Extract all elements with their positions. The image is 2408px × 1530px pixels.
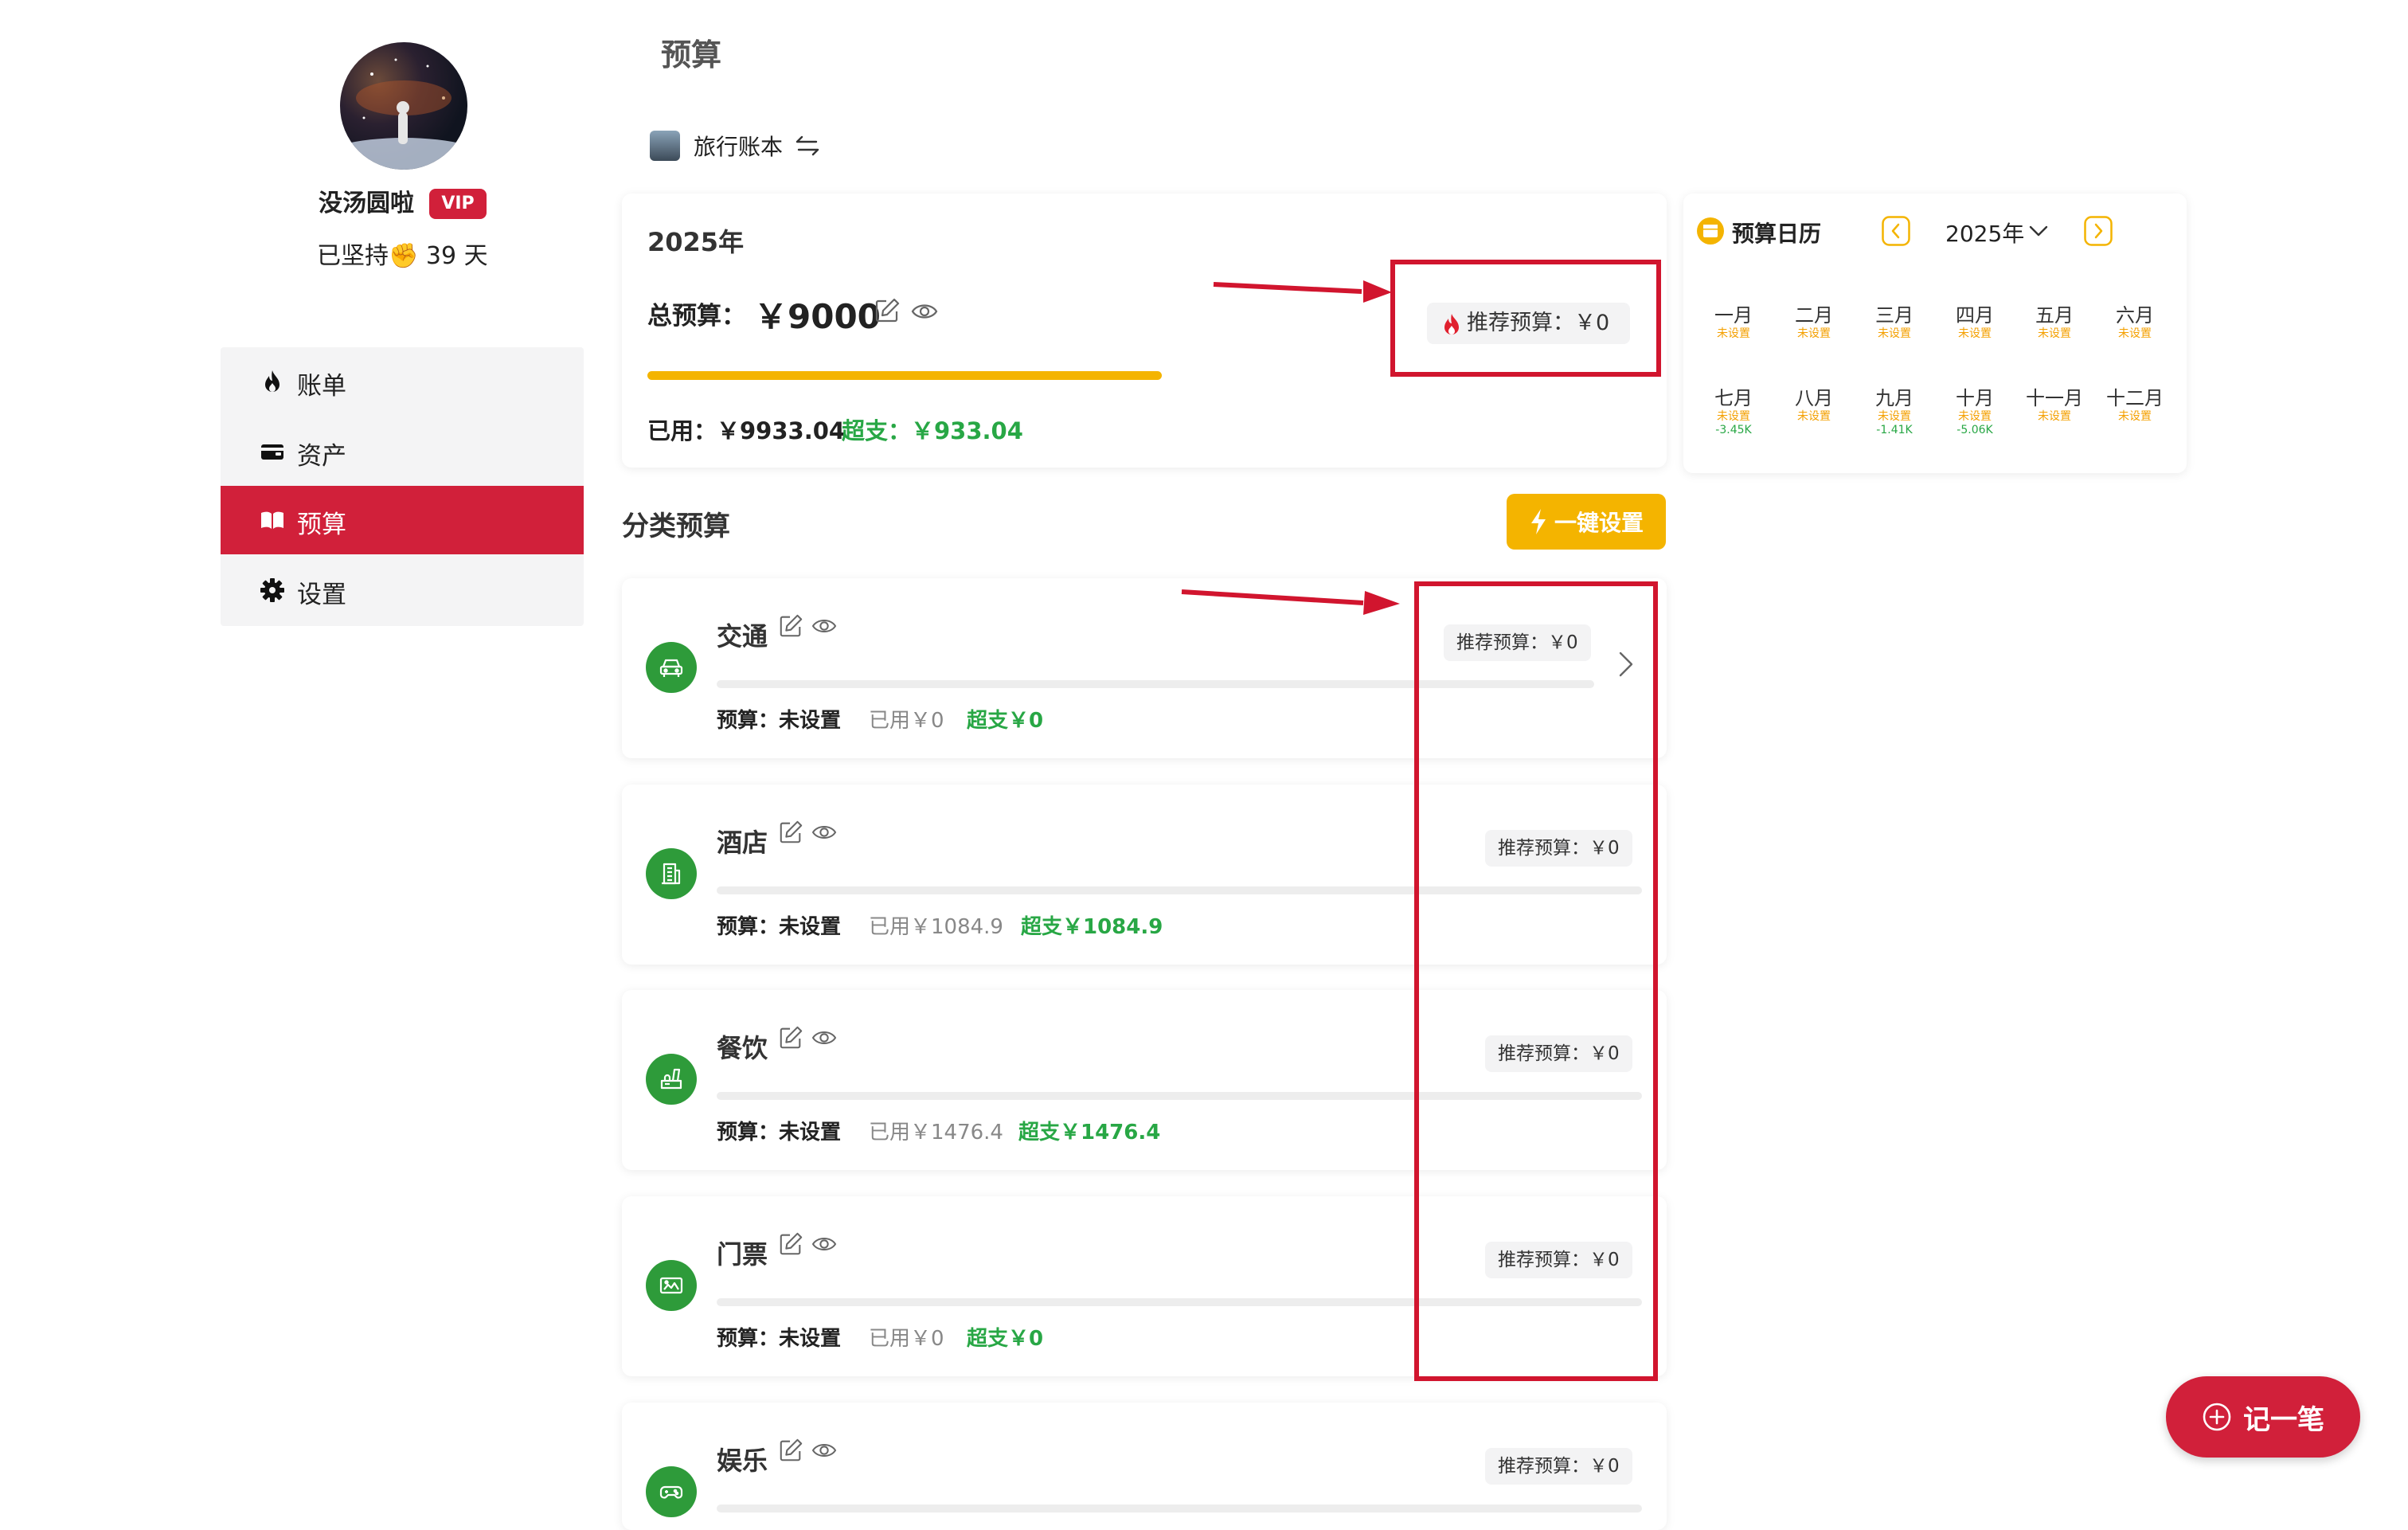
edit-icon[interactable] — [778, 1025, 803, 1051]
calendar-month[interactable]: 六月 未设置 — [2095, 303, 2175, 341]
annotation-arrow — [1181, 589, 1400, 615]
total-budget-label: 总预算： — [647, 302, 746, 331]
category-budget: 预算：未设置 — [717, 709, 842, 733]
gamepad-icon — [646, 1466, 697, 1517]
calendar-month[interactable]: 八月 未设置 — [1774, 386, 1854, 424]
sidebar-item-label: 设置 — [297, 581, 346, 609]
plus-circle-icon — [2202, 1402, 2232, 1432]
sidebar-item-bills[interactable]: 账单 — [221, 347, 584, 416]
total-used: 已用：￥9933.04 — [647, 417, 846, 444]
category-progress — [717, 1505, 1642, 1512]
calendar-month[interactable]: 五月 未设置 — [2015, 303, 2094, 341]
category-over: 超支￥1476.4 — [1018, 1121, 1161, 1145]
category-over: 超支￥1084.9 — [1021, 915, 1163, 939]
wallet-icon — [260, 439, 285, 464]
category-used: 已用￥0 — [869, 1327, 944, 1351]
building-icon — [646, 848, 697, 899]
category-budget: 预算：未设置 — [717, 915, 842, 939]
add-record-label: 记一笔 — [2243, 1403, 2324, 1436]
chevron-down-icon[interactable] — [2028, 223, 2049, 239]
category-budget: 预算：未设置 — [717, 1121, 842, 1145]
streak-text: 已坚持✊ 39 天 — [317, 242, 488, 270]
total-over: 超支：￥933.04 — [842, 417, 1023, 444]
calendar-month[interactable]: 九月 未设置 -1.41K — [1855, 386, 1934, 437]
edit-icon[interactable] — [874, 297, 901, 324]
gear-icon — [260, 577, 285, 603]
total-budget-progress — [647, 371, 1162, 380]
calendar-month[interactable]: 七月 未设置 -3.45K — [1694, 386, 1773, 437]
swap-icon[interactable] — [794, 132, 821, 159]
calendar-month[interactable]: 十一月 未设置 — [2015, 386, 2094, 424]
book-thumbnail[interactable] — [650, 131, 680, 161]
total-budget-value: ￥9000 — [754, 297, 881, 336]
lightning-icon — [1529, 508, 1548, 535]
calendar-month[interactable]: 十二月 未设置 — [2095, 386, 2175, 424]
sidebar-item-settings[interactable]: 设置 — [221, 556, 584, 624]
chevron-left-icon[interactable] — [1882, 216, 1910, 246]
category-name: 娱乐 — [717, 1446, 768, 1476]
annotation-box — [1390, 260, 1661, 377]
calendar-month[interactable]: 二月 未设置 — [1774, 303, 1854, 341]
category-over: 超支￥0 — [967, 709, 1044, 733]
quick-set-label: 一键设置 — [1554, 510, 1644, 536]
calendar-year-select[interactable]: 2025年 — [1945, 217, 2024, 248]
category-used: 已用￥0 — [869, 709, 944, 733]
category-used: 已用￥1476.4 — [869, 1121, 1003, 1145]
annotation-arrow — [1213, 280, 1392, 303]
calendar-month[interactable]: 三月 未设置 — [1855, 303, 1934, 341]
add-record-button[interactable]: 记一笔 — [2166, 1376, 2360, 1458]
sidebar-item-budget[interactable]: 预算 — [221, 486, 584, 554]
category-name: 餐饮 — [717, 1033, 768, 1063]
annotation-box — [1414, 581, 1658, 1381]
page-title: 预算 — [661, 37, 722, 72]
calendar-title: 预算日历 — [1732, 221, 1822, 247]
calendar-month[interactable]: 十月 未设置 -5.06K — [1935, 386, 2015, 437]
calendar-month[interactable]: 四月 未设置 — [1935, 303, 2015, 341]
calendar-month[interactable]: 一月 未设置 — [1694, 303, 1773, 341]
sidebar-item-label: 资产 — [297, 442, 346, 471]
eye-icon[interactable] — [811, 1027, 837, 1049]
avatar[interactable] — [340, 42, 467, 170]
eye-icon[interactable] — [811, 615, 837, 637]
edit-icon[interactable] — [778, 1438, 803, 1463]
category-name: 酒店 — [717, 828, 768, 858]
category-used: 已用￥1084.9 — [869, 915, 1003, 939]
category-over: 超支￥0 — [967, 1327, 1044, 1351]
sidebar-item-assets[interactable]: 资产 — [221, 417, 584, 486]
book-icon — [260, 507, 285, 533]
budget-year: 2025年 — [647, 227, 745, 257]
food-icon — [646, 1054, 697, 1105]
fire-icon — [260, 369, 285, 394]
eye-icon[interactable] — [911, 299, 938, 323]
username: 没汤圆啦 — [319, 190, 414, 217]
edit-icon[interactable] — [778, 820, 803, 845]
category-budget-title: 分类预算 — [622, 511, 730, 542]
category-card-entertainment[interactable]: 娱乐 推荐预算：￥0 — [622, 1403, 1667, 1530]
chevron-right-icon[interactable] — [2084, 216, 2113, 246]
ticket-icon — [646, 1260, 697, 1311]
car-icon — [646, 642, 697, 693]
category-name: 交通 — [717, 621, 768, 652]
eye-icon[interactable] — [811, 1233, 837, 1255]
recommend-budget-badge[interactable]: 推荐预算：￥0 — [1485, 1448, 1632, 1485]
vip-badge: VIP — [429, 189, 487, 219]
sidebar-item-label: 账单 — [297, 372, 346, 401]
eye-icon[interactable] — [811, 1439, 837, 1462]
edit-icon[interactable] — [778, 1231, 803, 1257]
calendar-icon — [1696, 217, 1725, 245]
quick-set-button[interactable]: 一键设置 — [1507, 494, 1666, 550]
edit-icon[interactable] — [778, 613, 803, 639]
sidebar-nav: 账单 资产 预算 设置 — [221, 347, 584, 626]
sidebar-item-label: 预算 — [297, 511, 346, 539]
category-name: 门票 — [717, 1239, 768, 1270]
eye-icon[interactable] — [811, 821, 837, 843]
category-budget: 预算：未设置 — [717, 1327, 842, 1351]
book-name[interactable]: 旅行账本 — [694, 130, 783, 162]
